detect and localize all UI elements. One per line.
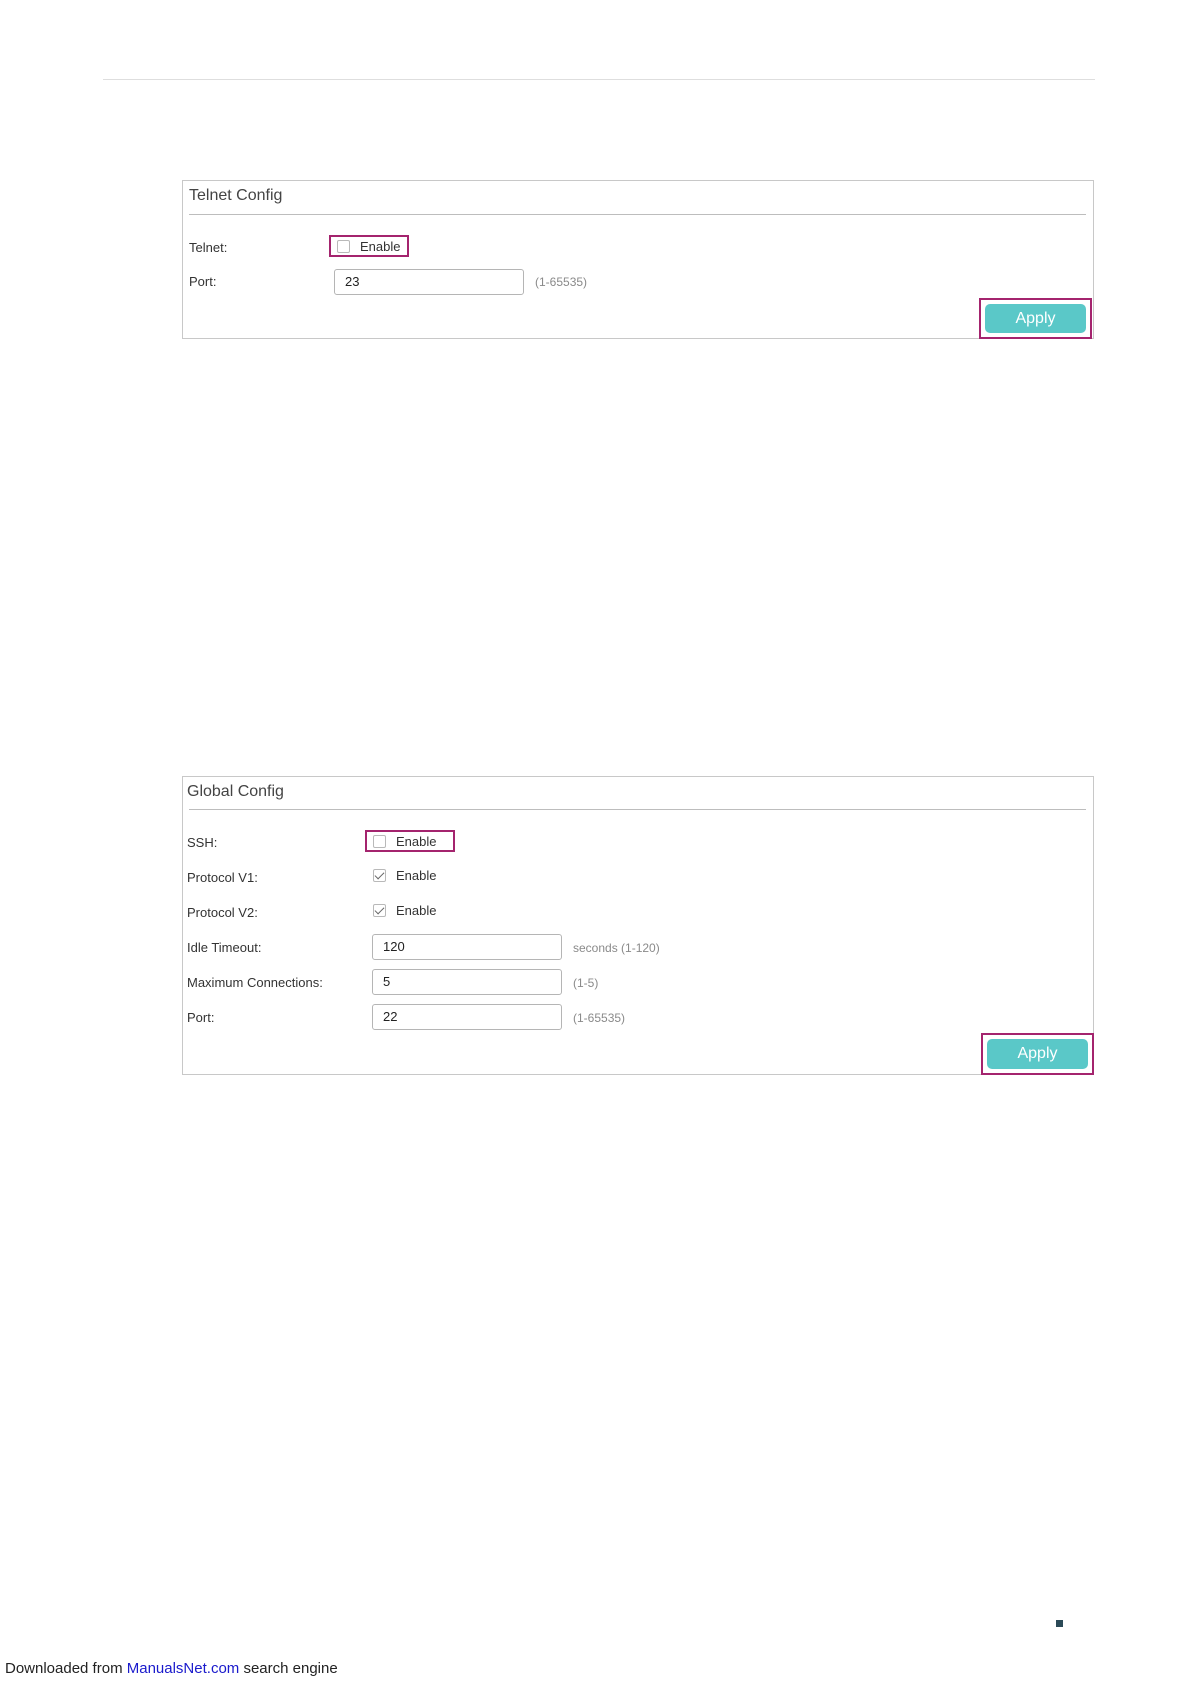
ssh-enable-label: Enable [396, 833, 437, 849]
telnet-config-panel: Telnet Config Telnet: Enable Port: 23 (1… [182, 180, 1094, 339]
protocol-v2-checkbox-group[interactable]: Enable [373, 899, 436, 921]
page-marker [1056, 1620, 1063, 1627]
max-connections-hint: (1-5) [573, 976, 599, 990]
protocol-v2-label: Protocol V2: [187, 905, 258, 920]
idle-timeout-hint: seconds (1-120) [573, 941, 660, 955]
protocol-v1-enable-label: Enable [396, 867, 437, 883]
panel-title: Telnet Config [189, 187, 283, 204]
manualsnet-link[interactable]: ManualsNet.com [127, 1660, 240, 1677]
ssh-enable-checkbox-group[interactable]: Enable [365, 830, 455, 852]
protocol-v2-checkbox[interactable] [373, 903, 386, 917]
protocol-v1-label: Protocol V1: [187, 870, 258, 885]
telnet-label: Telnet: [189, 240, 228, 255]
telnet-port-hint: (1-65535) [535, 275, 588, 289]
telnet-port-input[interactable]: 23 [334, 269, 524, 295]
idle-timeout-label: Idle Timeout: [187, 940, 262, 955]
ssh-global-config-panel: Global Config SSH: Enable Protocol V1: E… [182, 776, 1094, 1075]
telnet-enable-checkbox-group[interactable]: Enable [329, 235, 409, 257]
page-top-divider [103, 79, 1095, 80]
telnet-enable-checkbox[interactable] [337, 239, 350, 253]
protocol-v2-enable-label: Enable [396, 902, 437, 918]
footer-suffix: search engine [239, 1660, 338, 1677]
telnet-apply-button[interactable]: Apply [985, 304, 1086, 333]
footer-prefix: Downloaded from [5, 1660, 127, 1677]
ssh-apply-highlight: Apply [981, 1033, 1094, 1075]
max-connections-input[interactable]: 5 [372, 969, 562, 995]
ssh-port-input[interactable]: 22 [372, 1004, 562, 1030]
download-footer: Downloaded from ManualsNet.com search en… [5, 1660, 338, 1677]
panel-divider [189, 809, 1086, 810]
protocol-v1-checkbox[interactable] [373, 868, 386, 882]
telnet-apply-highlight: Apply [979, 298, 1092, 339]
ssh-label: SSH: [187, 835, 218, 850]
ssh-port-label: Port: [187, 1010, 215, 1025]
telnet-port-label: Port: [189, 274, 217, 289]
panel-divider [189, 214, 1086, 215]
protocol-v1-checkbox-group[interactable]: Enable [373, 864, 436, 886]
telnet-enable-label: Enable [360, 238, 401, 254]
ssh-apply-button[interactable]: Apply [987, 1039, 1088, 1069]
idle-timeout-input[interactable]: 120 [372, 934, 562, 960]
ssh-enable-checkbox[interactable] [373, 834, 386, 848]
panel-title: Global Config [187, 783, 284, 800]
ssh-port-hint: (1-65535) [573, 1011, 626, 1025]
max-connections-label: Maximum Connections: [187, 975, 323, 990]
